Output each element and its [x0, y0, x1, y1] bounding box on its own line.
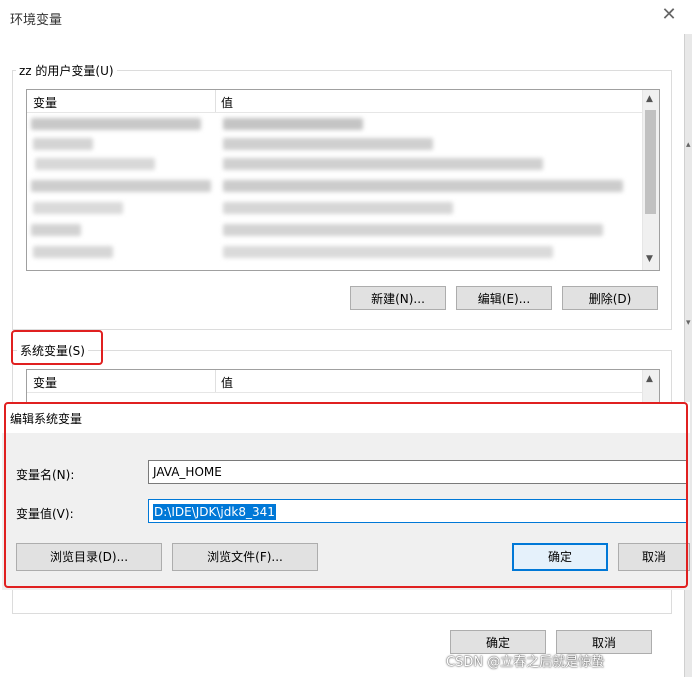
window-title-bar: 环境变量 ✕ [0, 0, 692, 34]
user-list-scrollbar[interactable]: ▲ ▼ [642, 90, 659, 270]
redacted-row [223, 246, 553, 258]
scroll-up-icon[interactable]: ▲ [646, 374, 653, 384]
chevron-up-icon: ▴ [686, 140, 691, 150]
scroll-thumb[interactable] [645, 110, 656, 214]
scroll-up-icon[interactable]: ▲ [646, 94, 653, 104]
highlight-box [11, 330, 103, 365]
column-header-value[interactable]: 值 [221, 374, 233, 391]
new-user-variable-button[interactable]: 新建(N)... [350, 286, 446, 310]
column-separator [215, 370, 216, 392]
column-header-value[interactable]: 值 [221, 94, 233, 111]
redacted-row [33, 138, 93, 150]
user-variables-label: zz 的用户变量(U) [16, 62, 117, 79]
redacted-row [33, 202, 123, 214]
window-title: 环境变量 [10, 13, 63, 28]
edit-user-variable-button[interactable]: 编辑(E)... [456, 286, 552, 310]
redacted-row [31, 180, 211, 192]
column-separator [215, 90, 216, 112]
chevron-down-icon: ▾ [686, 318, 691, 328]
highlight-box [4, 402, 688, 588]
redacted-row [223, 180, 623, 192]
scroll-down-icon[interactable]: ▼ [646, 254, 653, 264]
list-header: 变量 值 [27, 90, 659, 113]
redacted-row [223, 202, 453, 214]
close-icon[interactable]: ✕ [660, 6, 678, 24]
user-variables-list[interactable]: 变量 值 ▲ ▼ [26, 89, 660, 271]
column-header-variable[interactable]: 变量 [33, 94, 57, 111]
delete-user-variable-button[interactable]: 删除(D) [562, 286, 658, 310]
redacted-row [223, 224, 603, 236]
redacted-row [31, 224, 81, 236]
redacted-row [223, 138, 433, 150]
redacted-row [223, 118, 363, 130]
redacted-row [33, 246, 113, 258]
redacted-row [31, 118, 201, 130]
redacted-row [35, 158, 155, 170]
redacted-row [223, 158, 543, 170]
list-header: 变量 值 [27, 370, 659, 393]
column-header-variable[interactable]: 变量 [33, 374, 57, 391]
watermark: CSDN @立春之后就是惊蛰 [446, 655, 605, 670]
